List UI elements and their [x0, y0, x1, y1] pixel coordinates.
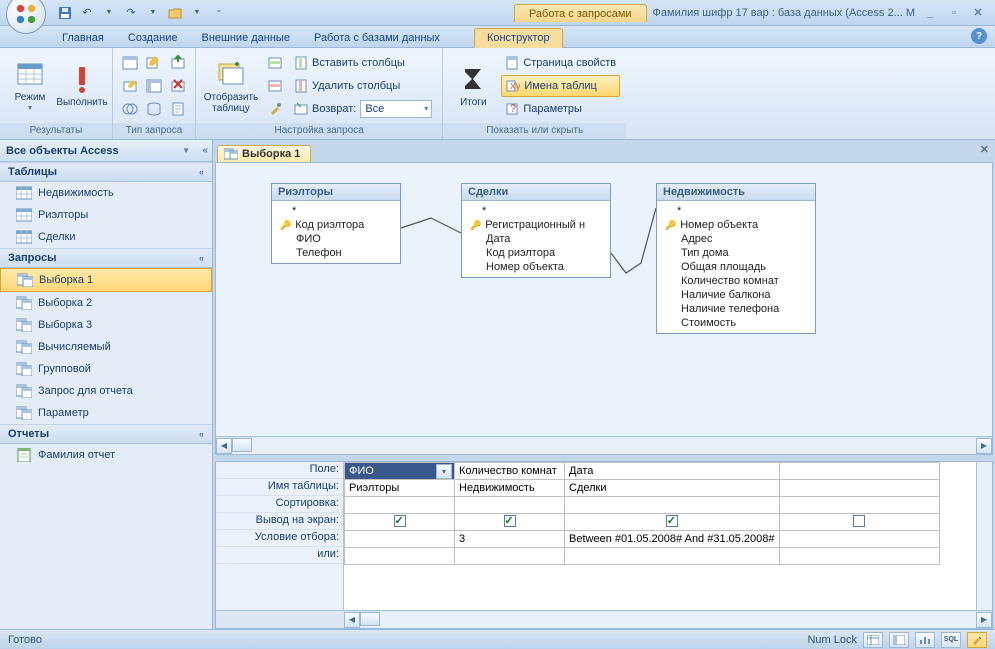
ribbon: Режим ▼ Выполнить Результаты — [0, 48, 995, 140]
return-combo: Возврат:Все — [290, 98, 436, 120]
query-icon — [224, 148, 238, 160]
nav-item[interactable]: Выборка 1 — [0, 268, 212, 292]
query-design-surface[interactable]: Риэлторы *🔑Код риэлтораФИОТелефон Сделки… — [215, 162, 993, 455]
nav-item[interactable]: Риэлторы — [0, 204, 212, 226]
tab-design[interactable]: Конструктор — [474, 28, 563, 48]
table-box-realtors[interactable]: Риэлторы *🔑Код риэлтораФИОТелефон — [271, 183, 401, 264]
return-select[interactable]: Все — [360, 100, 432, 118]
redo-icon[interactable]: ↷ — [122, 4, 140, 22]
scroll-left-icon[interactable]: ◀ — [344, 612, 360, 628]
run-button[interactable]: Выполнить — [58, 53, 106, 119]
nav-pane-header[interactable]: Все объекты Access ▼ « — [0, 140, 212, 162]
chevron-down-icon[interactable]: ▼ — [182, 146, 190, 155]
show-table-button[interactable]: Отобразить таблицу — [202, 53, 260, 119]
scroll-right-icon[interactable]: ▶ — [976, 612, 992, 628]
builder-button[interactable] — [264, 98, 286, 120]
passthrough-icon[interactable] — [143, 98, 165, 120]
nav-item[interactable]: Параметр — [0, 402, 212, 424]
qbe-h-scrollbar[interactable]: ◀ ▶ — [216, 610, 992, 628]
nav-item[interactable]: Запрос для отчета — [0, 380, 212, 402]
tab-external-data[interactable]: Внешние данные — [190, 29, 302, 47]
nav-section-header[interactable]: Отчеты« — [0, 424, 212, 444]
qbe-columns[interactable]: ФИОКоличество комнатДатаРиэлторыНедвижим… — [344, 462, 976, 610]
view-button[interactable]: Режим ▼ — [6, 53, 54, 119]
nav-item[interactable]: Недвижимость — [0, 182, 212, 204]
save-icon[interactable] — [56, 4, 74, 22]
insert-columns-button[interactable]: Вставить столбцы — [290, 52, 436, 74]
open-icon[interactable] — [166, 4, 184, 22]
union-icon[interactable] — [119, 98, 141, 120]
contextual-tab-group: Работа с запросами — [514, 4, 647, 22]
pivot-table-view-button[interactable] — [889, 632, 909, 648]
quick-access-toolbar: ↶ ▼ ↷ ▼ ▼ ⁼ — [56, 4, 228, 22]
chevron-down-icon[interactable]: ▼ — [100, 4, 118, 22]
help-icon[interactable]: ? — [971, 28, 987, 44]
minimize-button[interactable]: _ — [919, 5, 941, 21]
delete-rows-button[interactable] — [264, 75, 286, 97]
status-bar: Готово Num Lock SQL — [0, 629, 995, 649]
ribbon-group-query-setup: Отобразить таблицу Вставить столбцы Удал… — [196, 48, 443, 139]
ribbon-group-query-type: Тип запроса — [113, 48, 196, 139]
totals-button[interactable]: Итоги — [449, 53, 497, 119]
design-view-button[interactable] — [967, 632, 987, 648]
parameters-button[interactable]: ?Параметры — [501, 98, 620, 120]
nav-item[interactable]: Выборка 2 — [0, 292, 212, 314]
scroll-thumb[interactable] — [360, 612, 380, 626]
close-document-button[interactable]: ✕ — [980, 143, 989, 156]
datasheet-view-button[interactable] — [863, 632, 883, 648]
insert-rows-button[interactable] — [264, 52, 286, 74]
nav-item[interactable]: Групповой — [0, 358, 212, 380]
nav-item[interactable]: Вычисляемый — [0, 336, 212, 358]
close-button[interactable]: ✕ — [967, 5, 989, 21]
delete-query-icon[interactable] — [167, 75, 189, 97]
sql-view-button[interactable]: SQL — [941, 632, 961, 648]
chevron-down-icon[interactable]: ▼ — [188, 4, 206, 22]
status-text: Готово — [8, 634, 42, 646]
nav-item[interactable]: Сделки — [0, 226, 212, 248]
ribbon-group-show-hide: Итоги Страница свойств xyzИмена таблиц ?… — [443, 48, 626, 139]
tab-database-tools[interactable]: Работа с базами данных — [302, 29, 452, 47]
scroll-thumb[interactable] — [232, 438, 252, 452]
append-icon[interactable] — [167, 52, 189, 74]
title-bar: ↶ ▼ ↷ ▼ ▼ ⁼ Работа с запросами Фамилия ш… — [0, 0, 995, 26]
qbe-grid: Поле:Имя таблицы:Сортировка:Вывод на экр… — [215, 461, 993, 629]
tab-create[interactable]: Создание — [116, 29, 190, 47]
make-table-icon[interactable] — [143, 52, 165, 74]
nav-section-header[interactable]: Таблицы« — [0, 162, 212, 182]
table-names-button[interactable]: xyzИмена таблиц — [501, 75, 620, 97]
data-def-icon[interactable] — [167, 98, 189, 120]
update-icon[interactable] — [119, 75, 141, 97]
crosstab-icon[interactable] — [143, 75, 165, 97]
pivot-chart-view-button[interactable] — [915, 632, 935, 648]
nav-item[interactable]: Фамилия отчет — [0, 444, 212, 466]
select-query-icon[interactable] — [119, 52, 141, 74]
document-area: Выборка 1 ✕ Риэлторы *🔑Код риэлтораФИОТе… — [213, 140, 995, 629]
restore-button[interactable]: ▫ — [943, 5, 965, 21]
scroll-right-icon[interactable]: ▶ — [976, 438, 992, 454]
table-box-deals[interactable]: Сделки *🔑Регистрационный нДатаКод риэлто… — [461, 183, 611, 278]
window-title: Фамилия шифр 17 вар : база данных (Acces… — [653, 7, 919, 19]
qat-more-icon[interactable]: ⁼ — [210, 4, 228, 22]
qbe-row-labels: Поле:Имя таблицы:Сортировка:Вывод на экр… — [216, 462, 344, 610]
numlock-indicator: Num Lock — [807, 634, 857, 646]
svg-text:xyz: xyz — [510, 80, 520, 92]
property-sheet-button[interactable]: Страница свойств — [501, 52, 620, 74]
navigation-pane: Все объекты Access ▼ « Таблицы«Недвижимо… — [0, 140, 213, 629]
nav-item[interactable]: Выборка 3 — [0, 314, 212, 336]
svg-text:?: ? — [510, 103, 516, 115]
delete-columns-button[interactable]: Удалить столбцы — [290, 75, 436, 97]
undo-icon[interactable]: ↶ — [78, 4, 96, 22]
document-tab[interactable]: Выборка 1 — [217, 145, 311, 162]
qbe-v-scrollbar[interactable] — [976, 462, 992, 610]
collapse-icon[interactable]: « — [202, 145, 208, 156]
table-box-property[interactable]: Недвижимость *🔑Номер объектаАдресТип дом… — [656, 183, 816, 334]
chevron-down-icon[interactable]: ▼ — [144, 4, 162, 22]
scroll-left-icon[interactable]: ◀ — [216, 438, 232, 454]
design-h-scrollbar[interactable]: ◀ ▶ — [216, 436, 992, 454]
ribbon-group-results: Режим ▼ Выполнить Результаты — [0, 48, 113, 139]
nav-section-header[interactable]: Запросы« — [0, 248, 212, 268]
ribbon-tabs: Главная Создание Внешние данные Работа с… — [0, 26, 995, 48]
tab-home[interactable]: Главная — [50, 29, 116, 47]
document-tabs: Выборка 1 ✕ — [213, 140, 995, 162]
